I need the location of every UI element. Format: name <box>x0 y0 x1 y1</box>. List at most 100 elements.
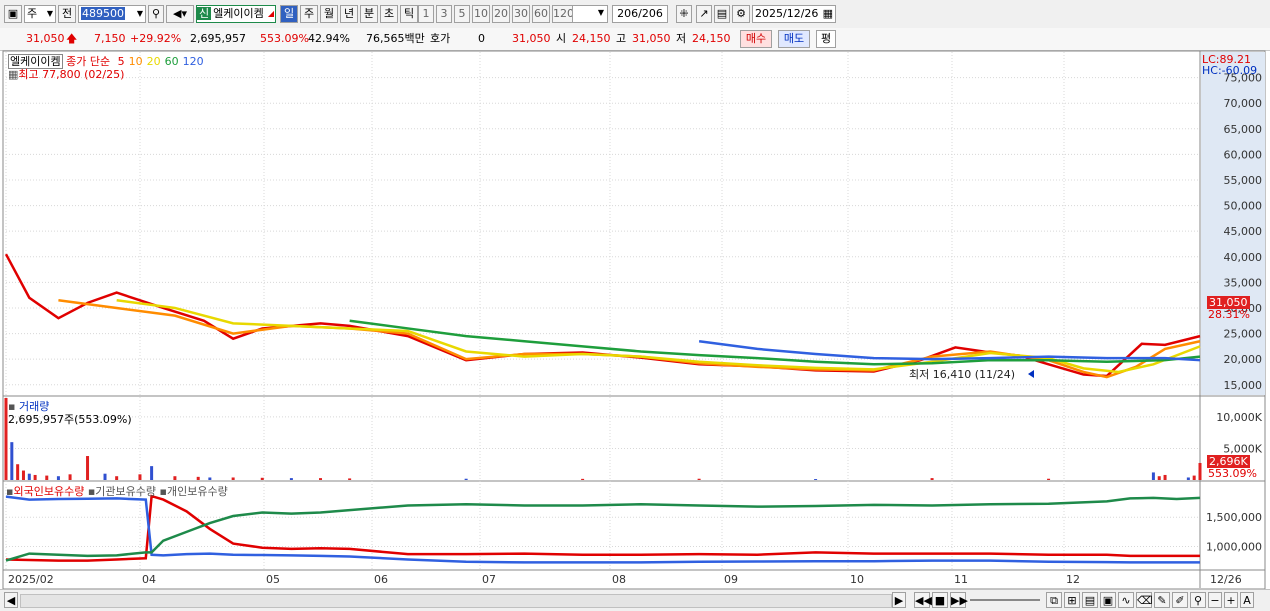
zoom-slider[interactable] <box>970 599 1040 601</box>
pencil-icon[interactable]: ✐ <box>1172 592 1188 608</box>
hoga-price: 31,050 <box>512 32 551 45</box>
volume-bar <box>21 470 25 480</box>
y-tick-label: 55,000 <box>1224 174 1263 187</box>
minute-option-10[interactable]: 10 <box>472 5 490 23</box>
forward-icon[interactable]: ▶▶ <box>950 592 968 608</box>
y-tick-label: 15,000 <box>1224 379 1263 392</box>
save-icon[interactable]: ▤ <box>714 5 730 23</box>
ma-legend-120: 120 <box>182 55 204 68</box>
tab-주[interactable]: 주 <box>300 5 318 23</box>
minute-option-60[interactable]: 60 <box>532 5 550 23</box>
sell-button[interactable]: 매도 <box>778 30 810 48</box>
tab-월[interactable]: 월 <box>320 5 338 23</box>
bottom-bar: ◀ ▶ ◀◀ ■ ▶▶ ⧉ ⊞ ▤ ▣ ∿ ⌫ ✎ ✐ ⚲ − + A <box>0 589 1270 611</box>
tab-틱[interactable]: 틱 <box>400 5 418 23</box>
amount: 76,565백만 <box>366 32 425 45</box>
quote-bar: 31,050 🡅 7,150 +29.92% 2,695,957 553.09%… <box>0 28 1270 51</box>
volume-bar <box>45 475 49 480</box>
scroll-left-icon[interactable]: ◀ <box>4 592 18 608</box>
tab-일[interactable]: 일 <box>280 5 298 23</box>
tab-분[interactable]: 분 <box>360 5 378 23</box>
volume-bar <box>16 464 20 480</box>
y-tick-label: 1,000,000 <box>1206 541 1262 554</box>
up-arrow-icon: 🡅 <box>66 32 78 45</box>
auto-scale-icon[interactable]: A <box>1240 592 1254 608</box>
draw-icon[interactable]: ↗ <box>696 5 712 23</box>
volume-bar <box>260 477 264 480</box>
scope-button[interactable]: 전 <box>58 5 76 23</box>
search-icon[interactable]: ⚲ <box>148 5 164 23</box>
minute-option-5[interactable]: 5 <box>454 5 470 23</box>
buy-button[interactable]: 매수 <box>740 30 772 48</box>
y-tick-label: 65,000 <box>1224 123 1263 136</box>
stock-name-box[interactable]: 신 엘케이이켐 ◢ <box>196 5 276 23</box>
volume-bar <box>115 476 119 480</box>
table-icon[interactable]: ▤ <box>1082 592 1098 608</box>
volume-bar <box>208 477 212 480</box>
volume-bar <box>33 474 37 480</box>
volume-bar <box>150 466 154 480</box>
speaker-icon[interactable]: ◀▾ <box>166 5 194 23</box>
zoom-in-icon[interactable]: + <box>1224 592 1238 608</box>
y-tick-label: 60,000 <box>1224 148 1263 161</box>
holdings-line-2 <box>5 496 1201 562</box>
x-tick-label: 2025/02 <box>8 573 54 586</box>
toolbar: ▣ 주 ▼ 전 489500 ▼ ⚲ ◀▾ 신 엘케이이켐 ◢ 일주월년분초틱 1351… <box>0 0 1270 29</box>
chart-layout-icon[interactable]: ▣ <box>4 5 22 23</box>
copy-icon[interactable]: ⧉ <box>1046 592 1062 608</box>
count-field: 206/206 <box>612 5 668 23</box>
chevron-down-icon: ▼ <box>136 9 143 18</box>
image-icon[interactable]: ▣ <box>1100 592 1116 608</box>
tab-초[interactable]: 초 <box>380 5 398 23</box>
scrollbar[interactable] <box>20 594 892 608</box>
minute-option-1[interactable]: 1 <box>418 5 434 23</box>
ma-legend-20: 20 <box>146 55 161 68</box>
ma-legend-10: 10 <box>128 55 143 68</box>
rewind-icon[interactable]: ◀◀ <box>914 592 932 608</box>
chart-area[interactable]: 2025/02 04 05 06 07 08 09 10 11 12 12/26 15,000 20,0… <box>0 50 1270 589</box>
code-input[interactable]: 489500 ▼ <box>78 5 146 23</box>
y-tick-label: 40,000 <box>1224 251 1263 264</box>
volume-pct: 553.09% <box>260 32 309 45</box>
minute-option-3[interactable]: 3 <box>436 5 452 23</box>
volume-bar <box>814 479 818 480</box>
scroll-right-icon[interactable]: ▶ <box>892 592 906 608</box>
open-label: 시 <box>556 32 567 45</box>
eval-button[interactable]: 평 <box>816 30 836 48</box>
volume-bar <box>173 476 177 480</box>
magnifier-icon[interactable]: ⚲ <box>1190 592 1206 608</box>
volume-bar <box>56 476 60 480</box>
legend-individual: 개인보유수량 <box>166 485 228 498</box>
y-tick-label: 5,000K <box>1223 442 1262 455</box>
chevron-down-icon: ▼ <box>46 9 53 18</box>
high-note-text: 최고 77,800 (02/25) <box>18 68 125 81</box>
volume-bar <box>27 473 31 480</box>
tab-년[interactable]: 년 <box>340 5 358 23</box>
code-value: 489500 <box>81 7 125 20</box>
minute-option-30[interactable]: 30 <box>512 5 530 23</box>
volume-bar <box>1192 475 1196 480</box>
high-label: 고 <box>616 32 627 45</box>
zoom-out-icon[interactable]: − <box>1208 592 1222 608</box>
gear-icon[interactable]: ⚙ <box>732 5 750 23</box>
volume-bar <box>231 477 235 480</box>
calendar-icon: ▦ <box>822 7 833 20</box>
chevron-down-icon[interactable]: ▼ <box>595 5 607 23</box>
volume-bar <box>1186 477 1190 480</box>
minute-option-20[interactable]: 20 <box>492 5 510 23</box>
split-icon[interactable]: ⊞ <box>1064 592 1080 608</box>
stop-icon[interactable]: ■ <box>932 592 948 608</box>
pen-icon[interactable]: ✎ <box>1154 592 1170 608</box>
period-type-select[interactable]: 주 ▼ <box>24 5 56 23</box>
volume-bar <box>103 473 107 480</box>
credit-badge: 신 <box>197 7 212 20</box>
holdings-legend: ▪외국인보유수량 ▪기관보유수량 ▪개인보유수량 <box>6 485 228 498</box>
crosshair-icon[interactable]: ⁜ <box>676 5 692 23</box>
minute-option-120[interactable]: 120 <box>552 5 574 23</box>
volume-bar <box>138 474 142 480</box>
eraser-icon[interactable]: ⌫ <box>1136 592 1153 608</box>
date-input[interactable]: 2025/12/26 ▦ <box>752 5 836 23</box>
volume-bar <box>1047 478 1051 480</box>
low-label: 저 <box>676 32 687 45</box>
line-icon[interactable]: ∿ <box>1118 592 1134 608</box>
